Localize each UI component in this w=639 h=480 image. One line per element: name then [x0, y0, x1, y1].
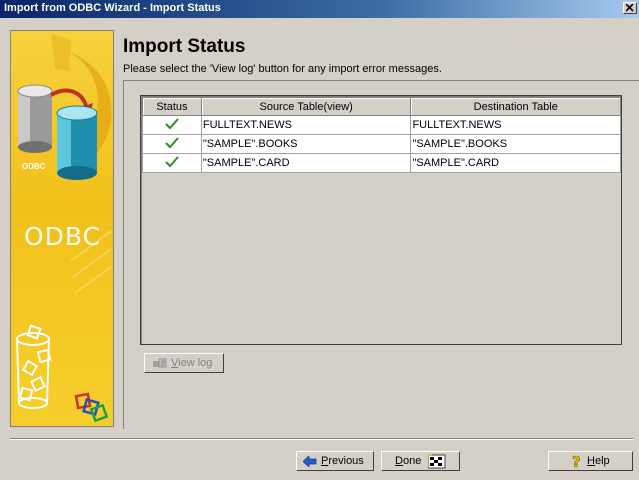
cube-container-icon — [16, 324, 52, 409]
destination-table-cell: "SAMPLE".BOOKS — [410, 134, 621, 154]
import-status-window: Import from ODBC Wizard - Import Status — [0, 0, 639, 480]
footer-separator — [10, 438, 633, 440]
status-cell — [142, 115, 202, 135]
done-label: Done — [395, 455, 422, 467]
page-title: Import Status — [123, 36, 246, 57]
window-title: Import from ODBC Wizard - Import Status — [4, 2, 221, 14]
checkmark-icon — [165, 136, 179, 148]
close-icon — [626, 4, 634, 12]
column-header-source[interactable]: Source Table(view) — [200, 97, 412, 116]
close-button[interactable] — [623, 2, 637, 14]
done-button[interactable]: Done — [381, 451, 460, 471]
table-row[interactable]: "SAMPLE".BOOKS "SAMPLE".BOOKS — [142, 134, 621, 154]
status-cell — [142, 153, 202, 173]
table-row[interactable]: FULLTEXT.NEWS FULLTEXT.NEWS — [142, 115, 621, 135]
destination-table-cell: "SAMPLE".CARD — [410, 153, 621, 173]
help-button[interactable]: ? Help — [548, 451, 633, 471]
column-header-status[interactable]: Status — [142, 97, 202, 116]
database-cylinder-grey-icon — [17, 84, 53, 153]
destination-table-cell: FULLTEXT.NEWS — [410, 115, 621, 135]
database-cylinder-cyan-icon — [56, 105, 98, 180]
import-status-table-container[interactable]: Status Source Table(view) Destination Ta… — [140, 95, 622, 345]
status-cell — [142, 134, 202, 154]
help-label: Help — [587, 455, 610, 467]
table-row[interactable]: "SAMPLE".CARD "SAMPLE".CARD — [142, 153, 621, 173]
left-arrow-icon — [303, 456, 317, 467]
log-icon — [153, 358, 167, 368]
source-table-cell: "SAMPLE".CARD — [200, 153, 412, 173]
table-header-row: Status Source Table(view) Destination Ta… — [142, 97, 621, 116]
source-table-cell: "SAMPLE".BOOKS — [200, 134, 412, 154]
checkmark-icon — [165, 155, 179, 167]
wizard-side-banner: ODBC ODBC — [10, 30, 114, 427]
help-question-icon: ? — [572, 454, 581, 469]
colored-squares-icon — [74, 392, 109, 423]
view-log-button[interactable]: View log — [144, 353, 224, 373]
svg-text:?: ? — [572, 454, 581, 469]
previous-button[interactable]: Previous — [296, 451, 374, 471]
odbc-small-label: ODBC — [22, 162, 46, 171]
source-table-cell: FULLTEXT.NEWS — [200, 115, 412, 135]
checkmark-icon — [165, 117, 179, 129]
column-header-destination[interactable]: Destination Table — [410, 97, 621, 116]
view-log-label: View log — [171, 357, 213, 369]
title-bar[interactable]: Import from ODBC Wizard - Import Status — [0, 0, 639, 18]
finish-flag-icon — [428, 454, 446, 469]
import-status-table: Status Source Table(view) Destination Ta… — [142, 97, 621, 173]
previous-label: Previous — [321, 455, 364, 467]
odbc-logo-text: ODBC — [24, 222, 102, 251]
page-subtitle: Please select the 'View log' button for … — [123, 63, 442, 75]
